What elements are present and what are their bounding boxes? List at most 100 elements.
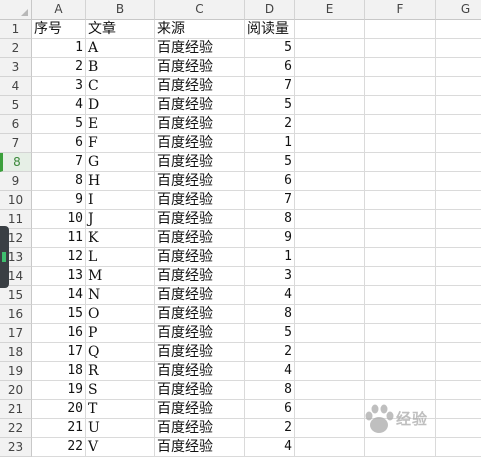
column-header-e[interactable]: E: [295, 0, 365, 20]
cell-b8[interactable]: G: [86, 153, 155, 172]
cell-e20[interactable]: [295, 381, 365, 400]
cell-g15[interactable]: [436, 286, 481, 305]
cell-d16[interactable]: 8: [245, 305, 295, 324]
column-header-f[interactable]: F: [365, 0, 436, 20]
cell-c12[interactable]: 百度经验: [155, 229, 245, 248]
row-header-7[interactable]: 7: [0, 134, 32, 153]
cell-a23[interactable]: 22: [32, 438, 86, 457]
cell-c5[interactable]: 百度经验: [155, 96, 245, 115]
cell-f14[interactable]: [365, 267, 436, 286]
cell-c15[interactable]: 百度经验: [155, 286, 245, 305]
cell-c20[interactable]: 百度经验: [155, 381, 245, 400]
cell-f19[interactable]: [365, 362, 436, 381]
cell-b13[interactable]: L: [86, 248, 155, 267]
cell-d10[interactable]: 7: [245, 191, 295, 210]
cell-b10[interactable]: I: [86, 191, 155, 210]
cell-c13[interactable]: 百度经验: [155, 248, 245, 267]
cell-c14[interactable]: 百度经验: [155, 267, 245, 286]
cell-c21[interactable]: 百度经验: [155, 400, 245, 419]
cell-e19[interactable]: [295, 362, 365, 381]
row-header-6[interactable]: 6: [0, 115, 32, 134]
cell-f5[interactable]: [365, 96, 436, 115]
cell-b19[interactable]: R: [86, 362, 155, 381]
cell-d19[interactable]: 4: [245, 362, 295, 381]
cell-e18[interactable]: [295, 343, 365, 362]
cell-c8[interactable]: 百度经验: [155, 153, 245, 172]
cell-d3[interactable]: 6: [245, 58, 295, 77]
cell-c19[interactable]: 百度经验: [155, 362, 245, 381]
cell-g2[interactable]: [436, 39, 481, 58]
cell-c3[interactable]: 百度经验: [155, 58, 245, 77]
cell-c16[interactable]: 百度经验: [155, 305, 245, 324]
cell-c9[interactable]: 百度经验: [155, 172, 245, 191]
cell-f1[interactable]: [365, 20, 436, 39]
cell-g5[interactable]: [436, 96, 481, 115]
row-header-16[interactable]: 16: [0, 305, 32, 324]
cell-d7[interactable]: 1: [245, 134, 295, 153]
cell-c6[interactable]: 百度经验: [155, 115, 245, 134]
cell-b18[interactable]: Q: [86, 343, 155, 362]
cell-f12[interactable]: [365, 229, 436, 248]
cell-c2[interactable]: 百度经验: [155, 39, 245, 58]
cell-c4[interactable]: 百度经验: [155, 77, 245, 96]
cell-a2[interactable]: 1: [32, 39, 86, 58]
cell-e21[interactable]: [295, 400, 365, 419]
cell-a9[interactable]: 8: [32, 172, 86, 191]
cell-a18[interactable]: 17: [32, 343, 86, 362]
cell-b16[interactable]: O: [86, 305, 155, 324]
row-header-3[interactable]: 3: [0, 58, 32, 77]
cell-d9[interactable]: 6: [245, 172, 295, 191]
cell-e17[interactable]: [295, 324, 365, 343]
column-header-b[interactable]: B: [86, 0, 155, 20]
cell-b22[interactable]: U: [86, 419, 155, 438]
row-header-10[interactable]: 10: [0, 191, 32, 210]
cell-b21[interactable]: T: [86, 400, 155, 419]
cell-b12[interactable]: K: [86, 229, 155, 248]
cell-g18[interactable]: [436, 343, 481, 362]
column-header-c[interactable]: C: [155, 0, 245, 20]
cell-g1[interactable]: [436, 20, 481, 39]
cell-f10[interactable]: [365, 191, 436, 210]
cell-a16[interactable]: 15: [32, 305, 86, 324]
column-header-a[interactable]: A: [32, 0, 86, 20]
side-panel-handle[interactable]: [0, 226, 9, 288]
cell-a19[interactable]: 18: [32, 362, 86, 381]
cell-f15[interactable]: [365, 286, 436, 305]
cell-b15[interactable]: N: [86, 286, 155, 305]
cell-a3[interactable]: 2: [32, 58, 86, 77]
cell-e13[interactable]: [295, 248, 365, 267]
cell-d11[interactable]: 8: [245, 210, 295, 229]
cell-f3[interactable]: [365, 58, 436, 77]
cell-e16[interactable]: [295, 305, 365, 324]
cell-g3[interactable]: [436, 58, 481, 77]
cell-b4[interactable]: C: [86, 77, 155, 96]
cell-e3[interactable]: [295, 58, 365, 77]
row-header-8[interactable]: 8: [0, 153, 32, 172]
cell-d1[interactable]: 阅读量: [245, 20, 295, 39]
cell-e9[interactable]: [295, 172, 365, 191]
cell-a4[interactable]: 3: [32, 77, 86, 96]
row-header-4[interactable]: 4: [0, 77, 32, 96]
cell-f18[interactable]: [365, 343, 436, 362]
cell-e10[interactable]: [295, 191, 365, 210]
cell-a14[interactable]: 13: [32, 267, 86, 286]
cell-f17[interactable]: [365, 324, 436, 343]
cell-g8[interactable]: [436, 153, 481, 172]
cell-e6[interactable]: [295, 115, 365, 134]
cell-e23[interactable]: [295, 438, 365, 457]
cell-d8[interactable]: 5: [245, 153, 295, 172]
cell-f8[interactable]: [365, 153, 436, 172]
row-header-15[interactable]: 15: [0, 286, 32, 305]
cell-e22[interactable]: [295, 419, 365, 438]
cell-a12[interactable]: 11: [32, 229, 86, 248]
cell-d12[interactable]: 9: [245, 229, 295, 248]
row-header-17[interactable]: 17: [0, 324, 32, 343]
cell-d15[interactable]: 4: [245, 286, 295, 305]
cell-b20[interactable]: S: [86, 381, 155, 400]
column-header-g[interactable]: G: [436, 0, 481, 20]
row-header-20[interactable]: 20: [0, 381, 32, 400]
row-header-19[interactable]: 19: [0, 362, 32, 381]
cell-b17[interactable]: P: [86, 324, 155, 343]
cell-d2[interactable]: 5: [245, 39, 295, 58]
cell-d13[interactable]: 1: [245, 248, 295, 267]
